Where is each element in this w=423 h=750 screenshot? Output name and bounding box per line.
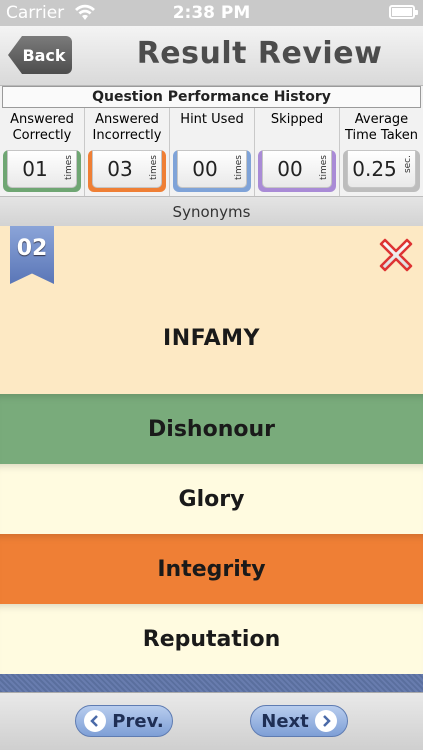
option-label: Dishonour bbox=[148, 416, 275, 442]
stat-unit: sec. bbox=[403, 155, 413, 174]
stat-unit: times bbox=[149, 155, 159, 181]
stat-label: Hint Used bbox=[180, 112, 244, 127]
option-label: Integrity bbox=[157, 556, 266, 582]
stat-box: 01 times bbox=[3, 150, 81, 192]
prev-button[interactable]: Prev. bbox=[75, 705, 173, 737]
navigation-bar: Back Result Review bbox=[0, 26, 423, 86]
option-label: Glory bbox=[178, 486, 245, 512]
stat-value: 01 bbox=[22, 157, 48, 181]
stat-answered-incorrectly: Answered Incorrectly 03 times bbox=[85, 108, 170, 196]
clock: 2:38 PM bbox=[172, 3, 251, 23]
stat-average-time: Average Time Taken 0.25 sec. bbox=[340, 108, 423, 196]
option-dishonour[interactable]: Dishonour bbox=[0, 394, 423, 464]
next-label: Next bbox=[261, 710, 309, 732]
stat-label: Answered Incorrectly bbox=[92, 112, 162, 143]
stat-box: 00 times bbox=[173, 150, 251, 192]
stat-box: 03 times bbox=[88, 150, 166, 192]
question-number-ribbon: 02 bbox=[10, 226, 54, 284]
decorative-strip bbox=[0, 674, 423, 692]
chevron-right-icon bbox=[314, 710, 337, 732]
stat-answered-correctly: Answered Correctly 01 times bbox=[0, 108, 85, 196]
close-icon[interactable] bbox=[379, 238, 413, 272]
category-label: Synonyms bbox=[0, 196, 423, 226]
stat-skipped: Skipped 00 times bbox=[255, 108, 340, 196]
chevron-left-icon bbox=[84, 710, 107, 732]
status-bar: Carrier 2:38 PM bbox=[0, 0, 423, 26]
performance-history: Question Performance History Answered Co… bbox=[0, 86, 423, 196]
stat-hint-used: Hint Used 00 times bbox=[170, 108, 255, 196]
stat-label: Answered Correctly bbox=[10, 112, 74, 143]
stat-unit: times bbox=[234, 155, 244, 181]
bottom-toolbar: Prev. Next bbox=[0, 692, 423, 750]
history-title: Question Performance History bbox=[2, 86, 421, 108]
battery-icon bbox=[389, 5, 418, 19]
option-glory[interactable]: Glory bbox=[0, 464, 423, 534]
question-word: INFAMY bbox=[163, 326, 260, 351]
stat-unit: times bbox=[64, 155, 74, 181]
page-title: Result Review bbox=[136, 36, 383, 71]
stat-value: 03 bbox=[107, 157, 133, 181]
question-panel: 02 INFAMY bbox=[0, 226, 423, 394]
stat-value: 00 bbox=[192, 157, 218, 181]
next-button[interactable]: Next bbox=[250, 705, 348, 737]
stat-value: 00 bbox=[277, 157, 303, 181]
back-button[interactable]: Back bbox=[8, 36, 72, 74]
prev-label: Prev. bbox=[112, 710, 164, 732]
stat-unit: times bbox=[319, 155, 329, 181]
stat-value: 0.25 bbox=[352, 157, 397, 181]
stat-box: 0.25 sec. bbox=[343, 150, 420, 192]
option-label: Reputation bbox=[142, 626, 281, 652]
stat-label: Average Time Taken bbox=[344, 112, 418, 143]
option-reputation[interactable]: Reputation bbox=[0, 604, 423, 674]
stat-label: Skipped bbox=[270, 112, 324, 127]
option-integrity[interactable]: Integrity bbox=[0, 534, 423, 604]
stat-box: 00 times bbox=[258, 150, 336, 192]
